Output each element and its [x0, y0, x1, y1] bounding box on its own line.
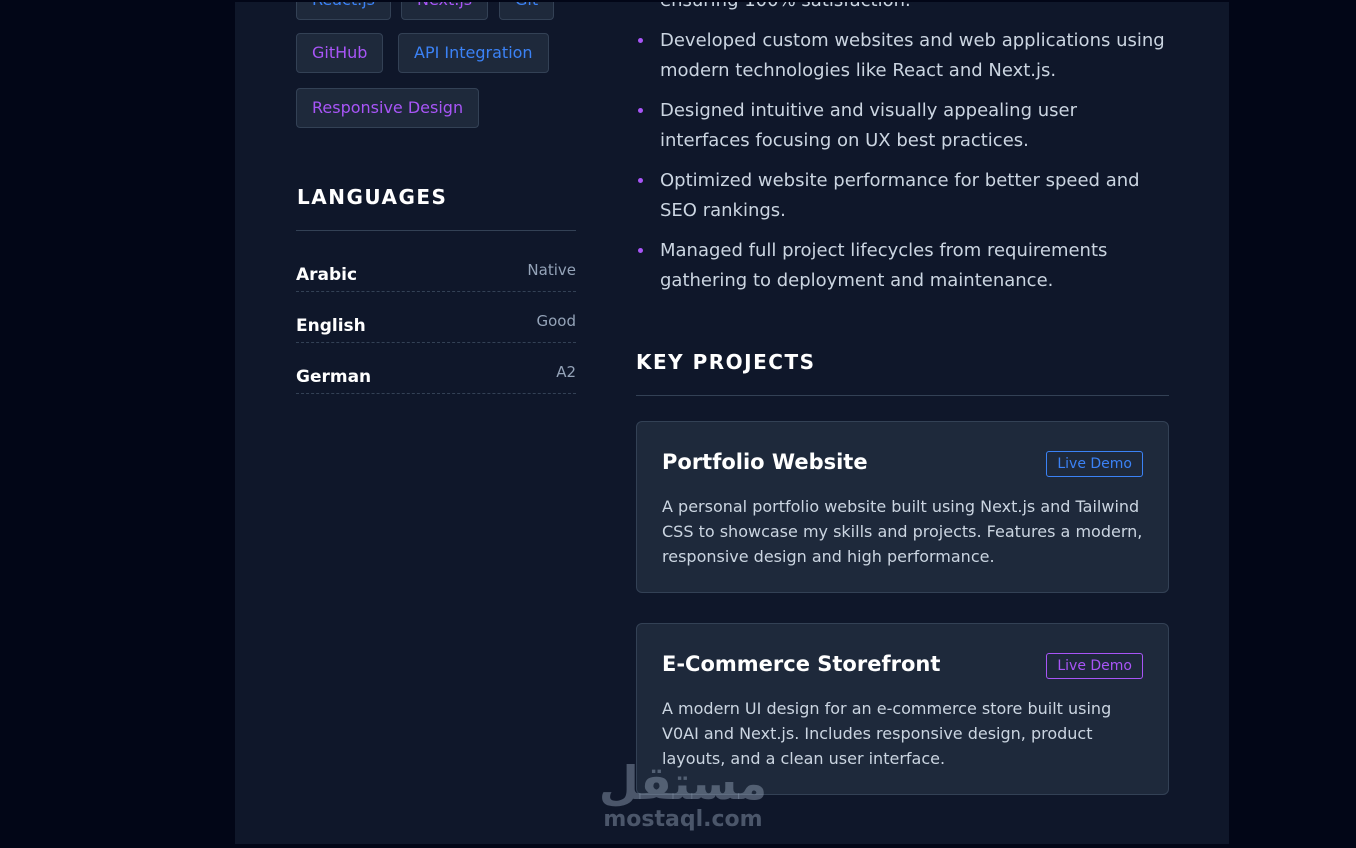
- watermark-arabic-text: مستقل: [598, 756, 768, 810]
- language-row: German A2: [296, 344, 576, 394]
- key-projects-divider: [636, 395, 1169, 396]
- experience-bullet-text: Developed custom websites and web applic…: [660, 30, 1165, 81]
- experience-bullet-text: Optimized website performance for better…: [660, 170, 1140, 221]
- bullet-dot-icon: [638, 108, 643, 113]
- language-name: English: [296, 316, 366, 336]
- skill-tag-responsive-design: Responsive Design: [296, 88, 480, 128]
- watermark-latin-text: mostaql.com: [603, 807, 763, 832]
- language-level: Native: [527, 261, 576, 279]
- project-title: Portfolio Website: [662, 450, 868, 474]
- key-projects-heading: KEY PROJECTS: [636, 350, 816, 374]
- mostaql-watermark-logo: مستقل mostaql.com: [598, 757, 768, 831]
- language-level: A2: [556, 363, 576, 381]
- languages-heading: LANGUAGES: [297, 185, 448, 209]
- live-demo-button[interactable]: Live Demo: [1046, 451, 1143, 477]
- language-name: Arabic: [296, 265, 358, 285]
- bullet-dot-icon: [638, 38, 643, 43]
- language-row: Arabic Native: [296, 242, 576, 292]
- experience-bullet-text: Managed full project lifecycles from req…: [660, 240, 1108, 291]
- project-title: E-Commerce Storefront: [662, 652, 941, 676]
- language-level: Good: [536, 312, 577, 330]
- project-card-portfolio: Portfolio Website Live Demo A personal p…: [636, 421, 1169, 593]
- bullet-dot-icon: [638, 178, 643, 183]
- language-name: German: [296, 367, 372, 387]
- browser-viewport: React.js Next.js Git GitHub API Integrat…: [2, 2, 1352, 844]
- experience-bullet-text: Designed intuitive and visually appealin…: [660, 100, 1077, 151]
- bullet-dot-icon: [638, 248, 643, 253]
- language-row: English Good: [296, 293, 576, 343]
- skill-tag-react: React.js: [296, 2, 391, 20]
- live-demo-button[interactable]: Live Demo: [1046, 653, 1143, 679]
- skill-tag-nextjs: Next.js: [401, 2, 489, 20]
- languages-divider: [296, 230, 576, 231]
- skill-tag-github: GitHub: [296, 33, 384, 73]
- experience-bullet-text: ensuring 100% satisfaction.: [660, 2, 1170, 16]
- project-description: A personal portfolio website built using…: [662, 497, 1143, 566]
- skill-tag-api-integration: API Integration: [398, 33, 549, 73]
- skill-tag-git: Git: [499, 2, 555, 20]
